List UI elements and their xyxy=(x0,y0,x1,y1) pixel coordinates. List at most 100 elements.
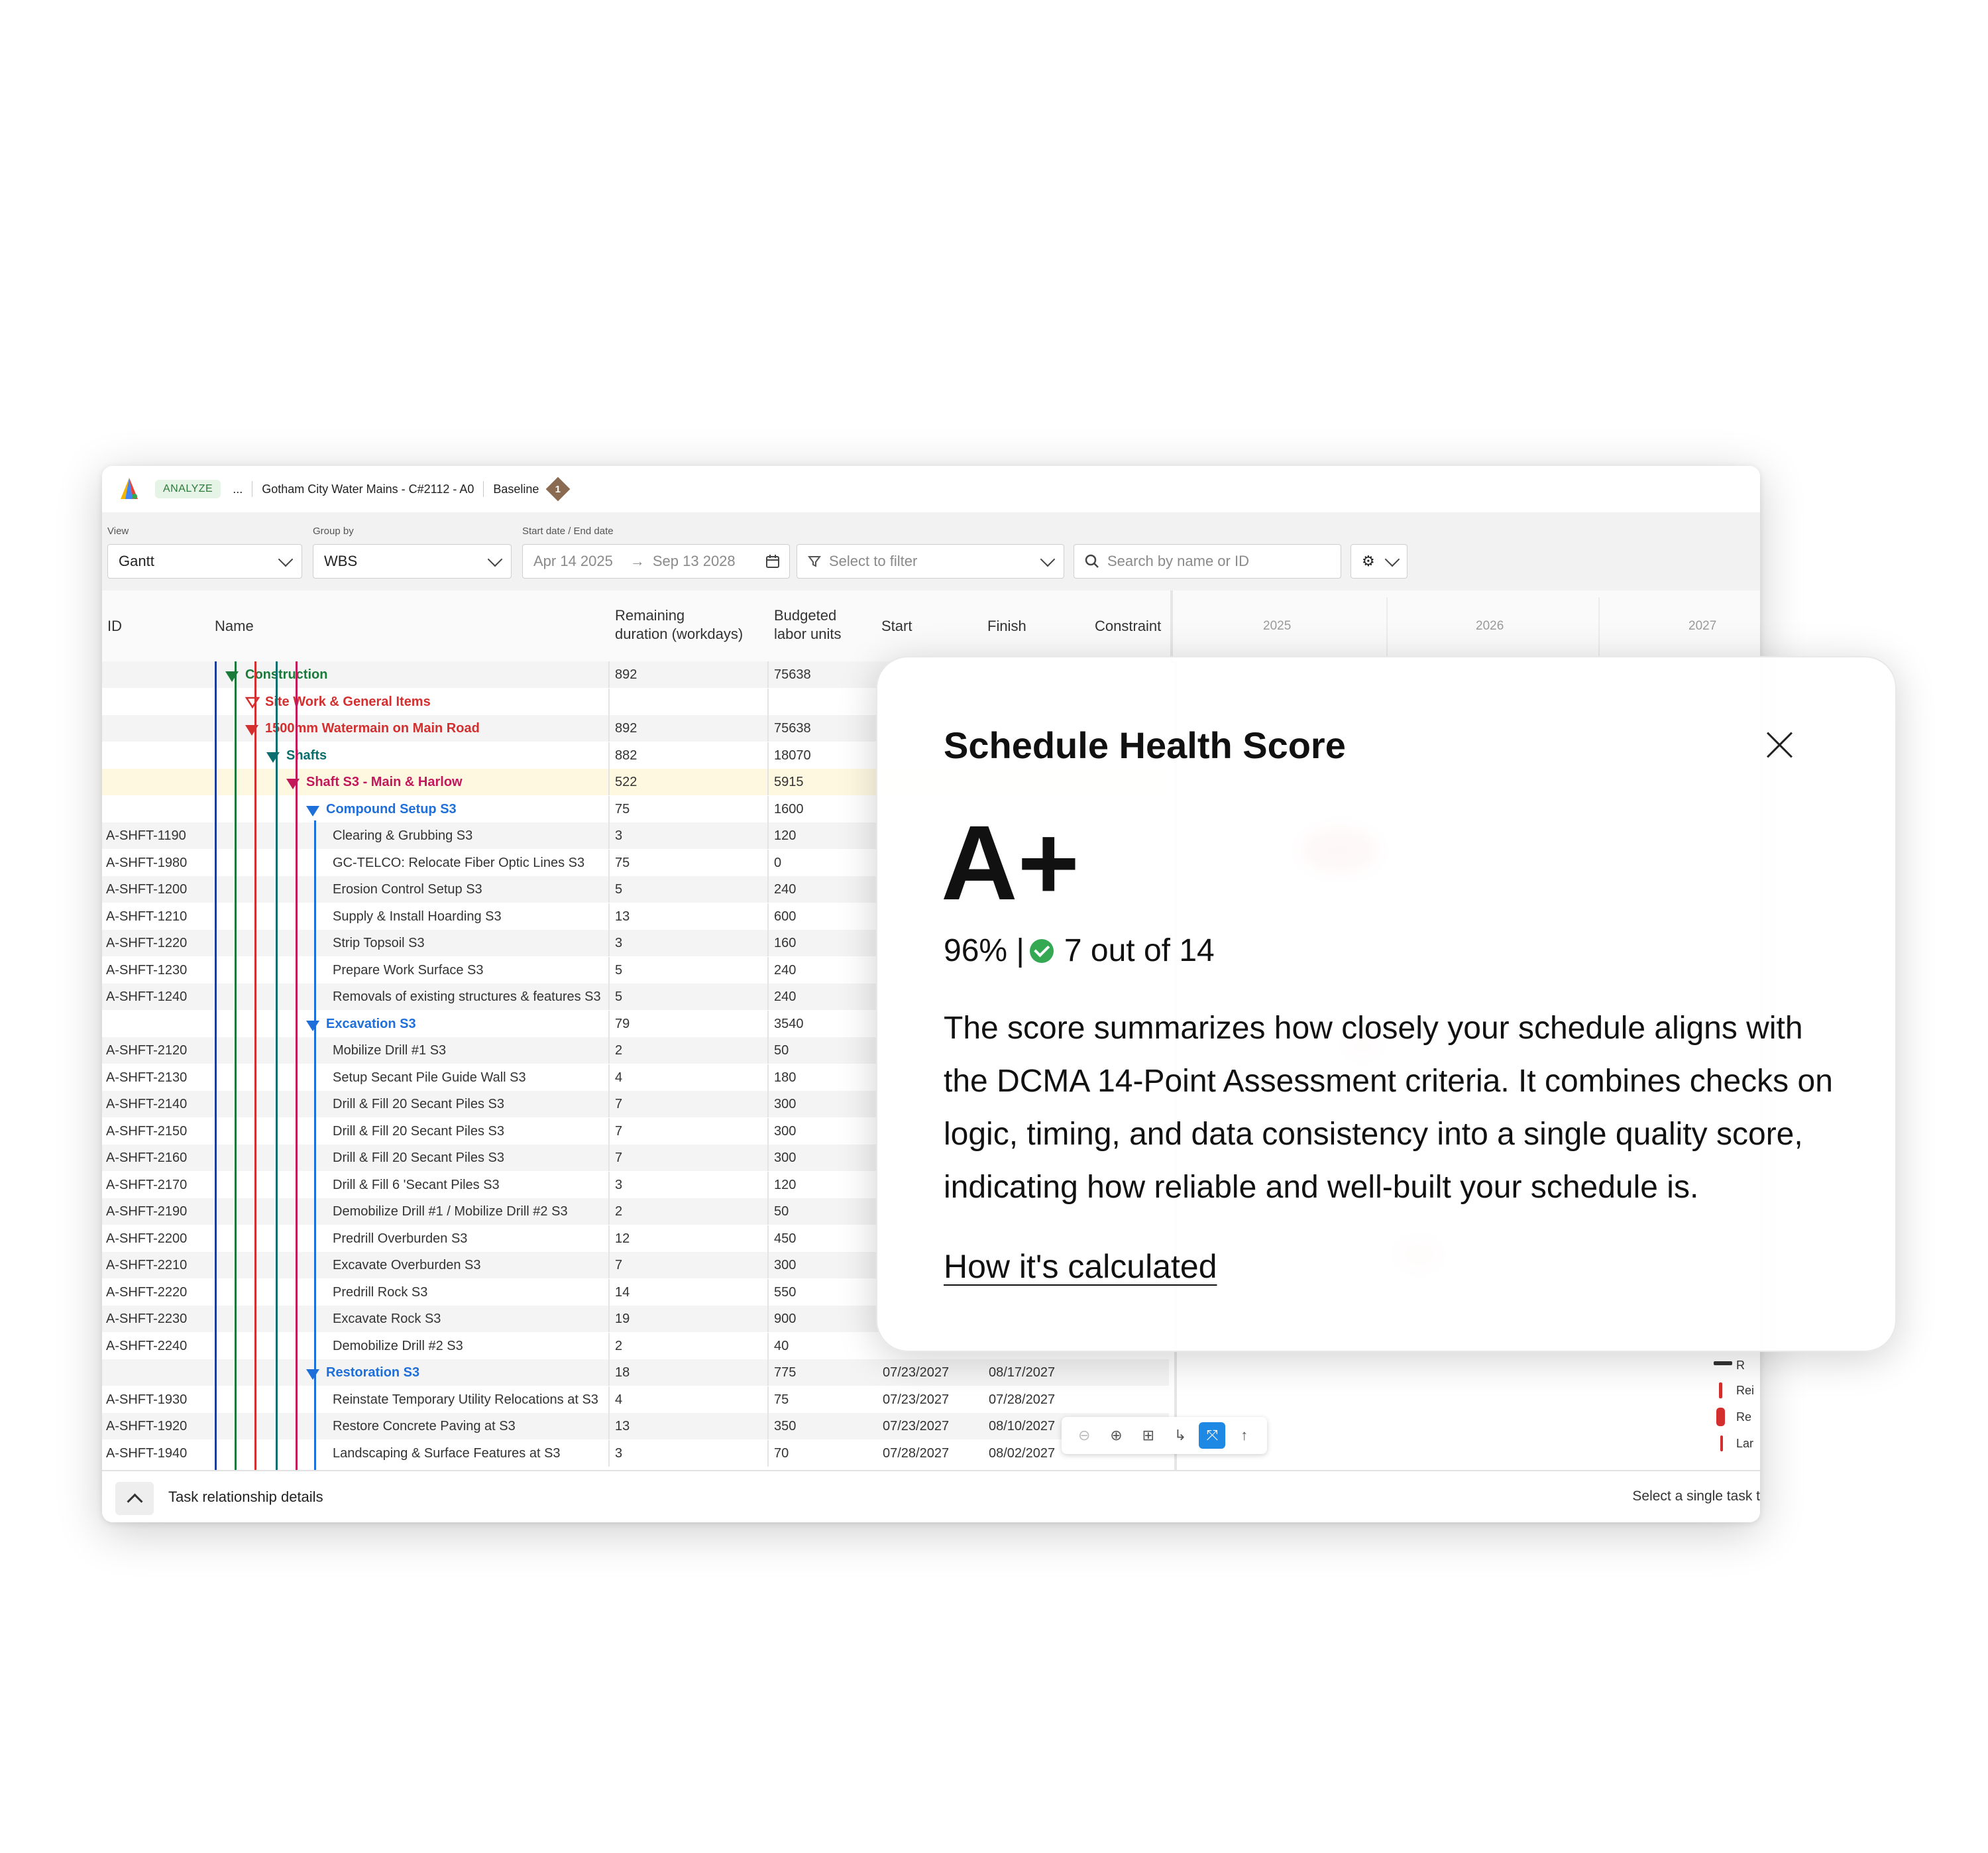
task-name: Excavate Rock S3 xyxy=(333,1312,441,1326)
table-row[interactable]: A-SHFT-1920 Restore Concrete Paving at S3… xyxy=(102,1413,1169,1439)
budgeted-units: 75 xyxy=(774,1392,789,1407)
view-select[interactable]: Gantt xyxy=(107,544,302,579)
cell-divider xyxy=(767,1010,769,1037)
column-header-row: ID Name Remaining duration (workdays) Bu… xyxy=(102,590,1760,663)
gantt-bar-label: Lar xyxy=(1736,1437,1754,1450)
cell-divider xyxy=(608,1064,610,1091)
budgeted-units: 900 xyxy=(774,1312,797,1326)
grid-icon[interactable]: ⊞ xyxy=(1135,1422,1162,1449)
col-start[interactable]: Start xyxy=(881,617,912,636)
schedule-health-modal: Schedule Health Score A+ 96% | 7 out of … xyxy=(876,656,1897,1352)
cell-divider xyxy=(608,742,610,769)
col-constraint[interactable]: Constraint xyxy=(1095,617,1166,636)
baseline-label[interactable]: Baseline xyxy=(493,482,539,496)
cell-divider xyxy=(608,1037,610,1064)
cell-divider xyxy=(767,1064,769,1091)
cell-divider xyxy=(608,769,610,795)
score-description: The score summarizes how closely your sc… xyxy=(944,1011,1833,1205)
zoom-in-icon[interactable]: ⊕ xyxy=(1103,1422,1129,1449)
cell-divider xyxy=(767,1413,769,1439)
project-name[interactable]: Gotham City Water Mains - C#2112 - A0 xyxy=(262,482,474,496)
budgeted-units: 550 xyxy=(774,1284,797,1300)
task-name: Removals of existing structures & featur… xyxy=(333,989,601,1004)
budgeted-units: 50 xyxy=(774,1043,789,1058)
year-2026: 2026 xyxy=(1476,619,1504,633)
cell-divider xyxy=(608,1332,610,1359)
task-name: Demobilize Drill #1 / Mobilize Drill #2 … xyxy=(333,1204,568,1219)
budgeted-units: 240 xyxy=(774,882,797,897)
cell-divider xyxy=(767,903,769,930)
filter-select[interactable]: Select to filter xyxy=(797,544,1064,579)
how-calculated-link[interactable]: How it's calculated xyxy=(944,1247,1217,1286)
col-id[interactable]: ID xyxy=(107,617,122,636)
chevron-down-icon xyxy=(1384,551,1400,567)
table-row[interactable]: A-SHFT-1940 Landscaping & Surface Feature… xyxy=(102,1439,1169,1467)
budgeted-units: 300 xyxy=(774,1097,797,1111)
top-bar: ANALYZE ... Gotham City Water Mains - C#… xyxy=(102,466,1760,512)
col-name[interactable]: Name xyxy=(215,617,254,636)
task-name: Restore Concrete Paving at S3 xyxy=(333,1419,516,1433)
fit-to-screen-icon[interactable]: ⤧ xyxy=(1199,1422,1226,1449)
task-name: Supply & Install Hoarding S3 xyxy=(333,909,502,924)
pane-divider[interactable] xyxy=(1170,590,1173,661)
task-id: A-SHFT-2140 xyxy=(106,1097,188,1111)
cell-divider xyxy=(608,1010,610,1037)
budgeted-units: 450 xyxy=(774,1231,797,1246)
cell-divider xyxy=(608,688,610,715)
close-icon[interactable] xyxy=(1765,730,1795,759)
breadcrumb-ellipsis[interactable]: ... xyxy=(233,482,243,496)
remaining-duration: 7 xyxy=(615,1258,623,1272)
settings-button[interactable]: ⚙ xyxy=(1351,544,1408,579)
task-id: A-SHFT-1940 xyxy=(106,1445,188,1461)
remaining-duration: 79 xyxy=(615,1016,630,1031)
cell-divider xyxy=(767,1359,769,1386)
analyze-chip[interactable]: ANALYZE xyxy=(155,480,221,498)
col-finish[interactable]: Finish xyxy=(987,617,1026,636)
collapse-triangle-icon[interactable] xyxy=(306,804,326,819)
cell-divider xyxy=(608,795,610,822)
gantt-task-bar[interactable] xyxy=(1716,1408,1725,1426)
table-row[interactable]: Restoration S3 18 775 07/23/2027 08/17/2027 xyxy=(102,1359,1169,1386)
task-name: Excavation S3 xyxy=(326,1016,416,1031)
task-id: A-SHFT-1200 xyxy=(106,882,188,897)
cell-divider xyxy=(767,1439,769,1467)
collapse-triangle-icon[interactable] xyxy=(306,1367,326,1382)
task-name: GC-TELCO: Relocate Fiber Optic Lines S3 xyxy=(333,855,585,870)
expand-panel-button[interactable] xyxy=(115,1482,154,1515)
panel-title: Task relationship details xyxy=(168,1488,323,1505)
zoom-out-icon[interactable]: ⊖ xyxy=(1071,1422,1097,1449)
budgeted-units: 50 xyxy=(774,1204,789,1219)
col-budgeted-units[interactable]: Budgeted labor units xyxy=(774,606,842,644)
task-id: A-SHFT-1210 xyxy=(106,909,188,924)
link-arrow-icon[interactable]: ↳ xyxy=(1167,1422,1193,1449)
finish-date-cell: 08/17/2027 xyxy=(989,1365,1056,1380)
task-name: Strip Topsoil S3 xyxy=(333,936,425,950)
cell-divider xyxy=(608,715,610,742)
app-logo-icon[interactable] xyxy=(117,477,142,502)
remaining-duration: 12 xyxy=(615,1231,630,1246)
remaining-duration: 3 xyxy=(615,936,623,950)
budgeted-units: 75638 xyxy=(774,667,811,682)
gantt-task-bar[interactable] xyxy=(1720,1435,1723,1451)
col-remaining-duration[interactable]: Remaining duration (workdays) xyxy=(615,606,743,644)
budgeted-units: 180 xyxy=(774,1070,797,1085)
cell-divider xyxy=(608,1225,610,1252)
arrow-up-icon[interactable]: ↑ xyxy=(1231,1422,1258,1449)
collapse-triangle-icon[interactable] xyxy=(306,1019,326,1034)
col-remaining-line1: Remaining xyxy=(615,607,685,624)
gantt-summary-bar[interactable] xyxy=(1714,1361,1732,1365)
baseline-badge[interactable]: 1 xyxy=(546,477,571,502)
cell-divider xyxy=(767,983,769,1010)
year-divider xyxy=(1598,597,1600,657)
date-range-picker[interactable]: Apr 14 2025 → Sep 13 2028 xyxy=(522,544,790,579)
chevron-down-icon xyxy=(487,551,503,567)
collapse-triangle-icon[interactable] xyxy=(245,697,260,712)
gantt-task-bar[interactable] xyxy=(1719,1382,1722,1398)
end-date: Sep 13 2028 xyxy=(652,553,736,569)
cell-divider xyxy=(767,1278,769,1306)
cell-divider xyxy=(767,1225,769,1252)
cell-divider xyxy=(767,769,769,795)
search-input[interactable]: Search by name or ID xyxy=(1074,544,1341,579)
group-by-select[interactable]: WBS xyxy=(313,544,512,579)
table-row[interactable]: A-SHFT-1930 Reinstate Temporary Utility R… xyxy=(102,1386,1169,1413)
